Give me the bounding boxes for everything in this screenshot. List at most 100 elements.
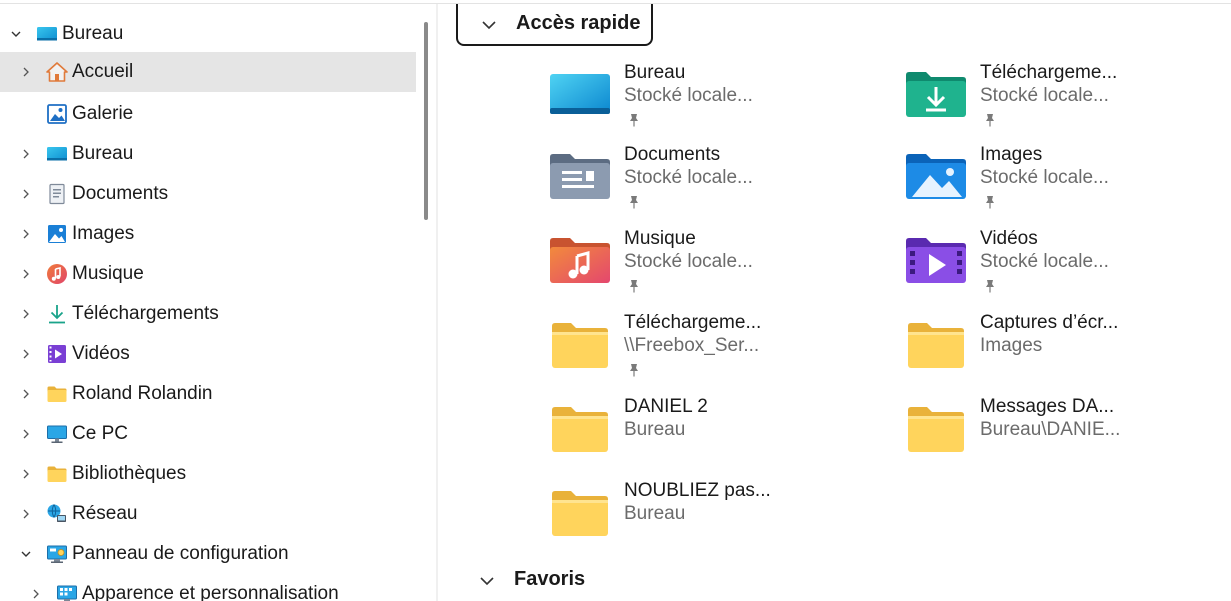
tree-item-images[interactable]: Images xyxy=(0,214,416,254)
chevron-right-icon[interactable] xyxy=(19,507,33,521)
chevron-right-icon[interactable] xyxy=(19,267,33,281)
tree-item-label: Vidéos xyxy=(72,343,130,364)
chevron-right-icon[interactable] xyxy=(19,467,33,481)
folder-icon xyxy=(548,484,612,540)
pin-icon xyxy=(628,363,640,377)
pictures-folder-icon xyxy=(904,148,968,204)
quick-access-tile-images[interactable]: Images Stocké locale... xyxy=(904,144,1231,214)
tree-item-videos[interactable]: Vidéos xyxy=(0,334,416,374)
desktop-folder-icon xyxy=(548,66,612,122)
download-icon xyxy=(46,303,68,325)
tile-location: Stocké locale... xyxy=(980,167,1109,188)
section-header-acces-rapide[interactable]: Accès rapide xyxy=(456,4,653,46)
tree-item-reseau[interactable]: Réseau xyxy=(0,494,416,534)
tree-item-label: Roland Rolandin xyxy=(72,383,213,404)
tree-item-documents[interactable]: Documents xyxy=(0,174,416,214)
quick-access-tile-telechargements-freebox[interactable]: Téléchargeme... \\Freebox_Ser... xyxy=(548,312,888,382)
music-folder-icon xyxy=(548,232,612,288)
tile-name: Messages DA... xyxy=(980,396,1115,417)
home-icon xyxy=(46,61,68,83)
chevron-right-icon[interactable] xyxy=(19,227,33,241)
gallery-icon xyxy=(46,103,68,125)
chevron-down-icon[interactable] xyxy=(478,572,496,590)
tree-item-label: Panneau de configuration xyxy=(72,543,289,564)
quick-access-tile-captures[interactable]: Captures d’écr... Images xyxy=(904,312,1231,382)
chevron-down-icon[interactable] xyxy=(9,27,23,41)
content-pane: Accès rapide Bureau Stocké locale... Tél… xyxy=(438,4,1231,601)
videos-folder-icon xyxy=(904,232,968,288)
chevron-right-icon[interactable] xyxy=(19,387,33,401)
folder-icon xyxy=(548,316,612,372)
tile-location: \\Freebox_Ser... xyxy=(624,335,760,356)
chevron-right-icon[interactable] xyxy=(19,347,33,361)
tile-name: Téléchargeme... xyxy=(624,312,762,333)
tree-item-label: Bureau xyxy=(62,23,124,44)
quick-access-tile-documents[interactable]: Documents Stocké locale... xyxy=(548,144,888,214)
tree-item-ce-pc[interactable]: Ce PC xyxy=(0,414,416,454)
tile-location: Stocké locale... xyxy=(624,167,753,188)
tile-name: NOUBLIEZ pas... xyxy=(624,480,771,501)
tree-item-label: Bibliothèques xyxy=(72,463,187,484)
tile-location: Images xyxy=(980,335,1043,356)
tree-item-roland-rolandin[interactable]: Roland Rolandin xyxy=(0,374,416,414)
music-icon xyxy=(46,263,68,285)
tree-item-label: Ce PC xyxy=(72,423,128,444)
quick-access-tile-noubliez[interactable]: NOUBLIEZ pas... Bureau xyxy=(548,480,888,550)
section-header-favoris[interactable]: Favoris xyxy=(456,562,653,600)
tree-item-label: Musique xyxy=(72,263,144,284)
quick-access-tile-musique[interactable]: Musique Stocké locale... xyxy=(548,228,888,298)
tile-name: Captures d’écr... xyxy=(980,312,1119,333)
tree-item-bureau[interactable]: Bureau xyxy=(0,134,416,174)
tile-name: Documents xyxy=(624,144,721,165)
tree-item-galerie[interactable]: Galerie xyxy=(0,94,416,134)
folder-icon xyxy=(46,383,68,405)
sidebar-scrollbar[interactable] xyxy=(424,22,428,220)
tile-location: Bureau xyxy=(624,503,686,524)
tile-location: Stocké locale... xyxy=(980,251,1109,272)
tree-item-bureau-root[interactable]: Bureau xyxy=(0,14,416,54)
tile-name: Musique xyxy=(624,228,696,249)
tree-item-label: Accueil xyxy=(72,61,134,82)
folder-icon xyxy=(548,400,612,456)
tile-location: Stocké locale... xyxy=(624,251,753,272)
tree-item-label: Bureau xyxy=(72,143,134,164)
chevron-down-icon[interactable] xyxy=(480,16,498,34)
section-title: Favoris xyxy=(514,568,586,590)
chevron-right-icon[interactable] xyxy=(19,65,33,79)
chevron-right-icon[interactable] xyxy=(19,427,33,441)
chevron-right-icon[interactable] xyxy=(19,307,33,321)
chevron-right-icon[interactable] xyxy=(29,587,43,601)
tree-item-accueil[interactable]: Accueil xyxy=(0,52,416,92)
pin-icon xyxy=(984,279,996,293)
section-title: Accès rapide xyxy=(516,12,641,34)
chevron-right-icon[interactable] xyxy=(19,187,33,201)
tree-item-musique[interactable]: Musique xyxy=(0,254,416,294)
quick-access-tile-videos[interactable]: Vidéos Stocké locale... xyxy=(904,228,1231,298)
documents-folder-icon xyxy=(548,148,612,204)
quick-access-tile-bureau[interactable]: Bureau Stocké locale... xyxy=(548,62,888,132)
quick-access-tile-messages[interactable]: Messages DA... Bureau\DANIE... xyxy=(904,396,1231,466)
navigation-pane[interactable]: Bureau Accueil Galerie Bureau Documents … xyxy=(0,4,420,601)
folder-icon xyxy=(904,316,968,372)
folder-icon xyxy=(46,463,68,485)
tile-location: Stocké locale... xyxy=(624,85,753,106)
pc-icon xyxy=(46,423,68,445)
pin-icon xyxy=(628,113,640,127)
quick-access-tile-telechargements[interactable]: Téléchargeme... Stocké locale... xyxy=(904,62,1231,132)
tree-item-label: Documents xyxy=(72,183,169,204)
videos-icon xyxy=(46,343,68,365)
pin-icon xyxy=(984,195,996,209)
tree-item-panneau-de-configuration[interactable]: Panneau de configuration xyxy=(0,534,416,574)
control-panel-icon xyxy=(46,543,68,565)
tree-item-label: Téléchargements xyxy=(72,303,219,324)
tree-item-bibliotheques[interactable]: Bibliothèques xyxy=(0,454,416,494)
desktop-icon xyxy=(46,143,68,165)
tile-location: Bureau xyxy=(624,419,686,440)
tree-item-apparence-et-personnalisation[interactable]: Apparence et personnalisation xyxy=(0,574,416,601)
pin-icon xyxy=(628,279,640,293)
chevron-right-icon[interactable] xyxy=(19,147,33,161)
desktop-icon xyxy=(36,23,58,45)
quick-access-tile-daniel-2[interactable]: DANIEL 2 Bureau xyxy=(548,396,888,466)
tree-item-telechargements[interactable]: Téléchargements xyxy=(0,294,416,334)
chevron-down-icon[interactable] xyxy=(19,547,33,561)
